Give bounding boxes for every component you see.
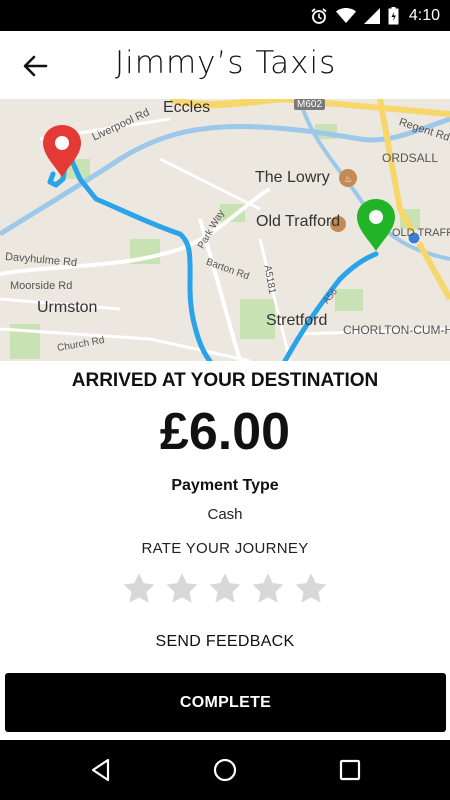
nav-home-icon[interactable] — [212, 757, 238, 783]
nav-back-icon[interactable] — [88, 757, 114, 783]
map-label-old-trafford: Old Trafford — [256, 213, 341, 230]
arrival-status: ARRIVED AT YOUR DESTINATION — [71, 370, 379, 391]
cell-signal-icon — [363, 8, 380, 24]
svg-text:♨: ♨ — [344, 175, 352, 185]
status-time: 4:10 — [408, 7, 440, 24]
alarm-icon — [311, 8, 327, 24]
rating-stars — [121, 571, 331, 611]
send-feedback-link[interactable]: SEND FEEDBACK — [0, 633, 450, 651]
fare-amount: £6.00 — [159, 403, 291, 461]
map-label-stretford: Stretford — [266, 312, 328, 329]
wifi-icon — [335, 8, 356, 23]
destination-pin-icon[interactable] — [357, 199, 395, 251]
arrow-back-icon[interactable] — [22, 53, 48, 79]
map-label-urmston: Urmston — [37, 299, 98, 316]
star-3-icon[interactable] — [207, 571, 243, 607]
rate-journey-label: RATE YOUR JOURNEY — [141, 540, 309, 557]
complete-button[interactable]: COMPLETE — [5, 673, 446, 732]
app-title: Jimmy’s Taxis — [115, 45, 337, 81]
star-5-icon[interactable] — [293, 571, 329, 607]
app-bar: Jimmy’s Taxis — [0, 31, 450, 100]
map-label-eccles: Eccles — [163, 99, 211, 116]
system-nav-bar — [0, 740, 450, 800]
map-label-old-traff: OLD TRAFF — [392, 227, 450, 239]
route-map[interactable]: ♨ Eccles M602 Liverpool Rd Regent Rd ORD… — [0, 99, 450, 361]
map-label-the-lowry: The Lowry — [255, 169, 330, 186]
map-label-ordsall: ORDSALL — [382, 151, 439, 165]
star-1-icon[interactable] — [121, 571, 157, 607]
payment-type-value: Cash — [207, 506, 243, 523]
status-bar: 4:10 — [0, 0, 450, 31]
map-label-chorlton: CHORLTON-CUM-HA — [343, 323, 450, 337]
battery-icon — [388, 7, 399, 25]
map-canvas: ♨ — [0, 99, 450, 361]
payment-type-label: Payment Type — [171, 477, 279, 494]
map-label-m602: M602 — [294, 99, 326, 110]
map-label-moorside-rd: Moorside Rd — [10, 280, 73, 292]
star-2-icon[interactable] — [164, 571, 200, 607]
nav-recents-icon[interactable] — [337, 757, 363, 783]
star-4-icon[interactable] — [250, 571, 286, 607]
